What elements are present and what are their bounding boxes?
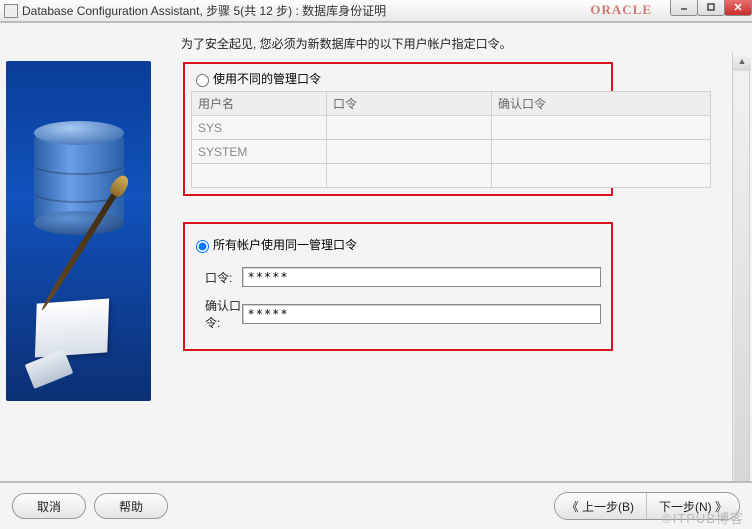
cell-confirm[interactable] [492,116,711,140]
minimize-button[interactable] [670,0,698,16]
window-title: Database Configuration Assistant, 步骤 5(共… [22,2,386,19]
chevron-left-icon: 《 [567,498,579,515]
col-header-username: 用户名 [192,92,327,116]
wizard-footer: 取消 帮助 《 上一步(B) 下一步(N) 》 [0,481,752,529]
different-passwords-section: 使用不同的管理口令 用户名 口令 确认口令 SYS [183,62,613,196]
cell-confirm[interactable] [492,164,711,188]
radio-different-passwords-label: 使用不同的管理口令 [213,70,321,87]
table-row: SYS [192,116,711,140]
window-controls [671,0,752,16]
radio-same-password[interactable] [196,240,209,253]
scroll-thumb[interactable] [734,72,749,497]
wizard-side-graphic [6,61,151,401]
col-header-password: 口令 [327,92,492,116]
cell-password[interactable] [327,164,492,188]
cell-username: SYS [192,116,327,140]
vertical-scrollbar[interactable]: ▲ ▼ [732,52,750,514]
cancel-button[interactable]: 取消 [12,493,86,519]
instruction-text: 为了安全起见, 您必须为新数据库中的以下用户帐户指定口令。 [181,31,742,62]
confirm-password-label: 确认口令: [191,297,242,331]
scroll-up-icon[interactable]: ▲ [733,52,751,70]
cell-password[interactable] [327,116,492,140]
same-password-section: 所有帐户使用同一管理口令 口令: 确认口令: [183,222,613,351]
cell-username: SYSTEM [192,140,327,164]
user-password-table: 用户名 口令 确认口令 SYS SYSTEM [191,91,711,188]
radio-same-password-label: 所有帐户使用同一管理口令 [213,236,357,253]
window-titlebar: Database Configuration Assistant, 步骤 5(共… [0,0,752,22]
cell-confirm[interactable] [492,140,711,164]
cell-username [192,164,327,188]
radio-different-passwords[interactable] [196,74,209,87]
password-input[interactable] [242,267,601,287]
app-icon [4,4,18,18]
cell-password[interactable] [327,140,492,164]
maximize-button[interactable] [697,0,725,16]
password-label: 口令: [191,269,242,286]
brand-logo: ORACLE [590,2,652,18]
help-button[interactable]: 帮助 [94,493,168,519]
table-row [192,164,711,188]
close-button[interactable] [724,0,752,16]
table-row: SYSTEM [192,140,711,164]
watermark-text: ©ITPUB博客 [662,508,744,527]
back-button[interactable]: 《 上一步(B) [555,493,647,519]
confirm-password-input[interactable] [242,304,601,324]
col-header-confirm: 确认口令 [492,92,711,116]
